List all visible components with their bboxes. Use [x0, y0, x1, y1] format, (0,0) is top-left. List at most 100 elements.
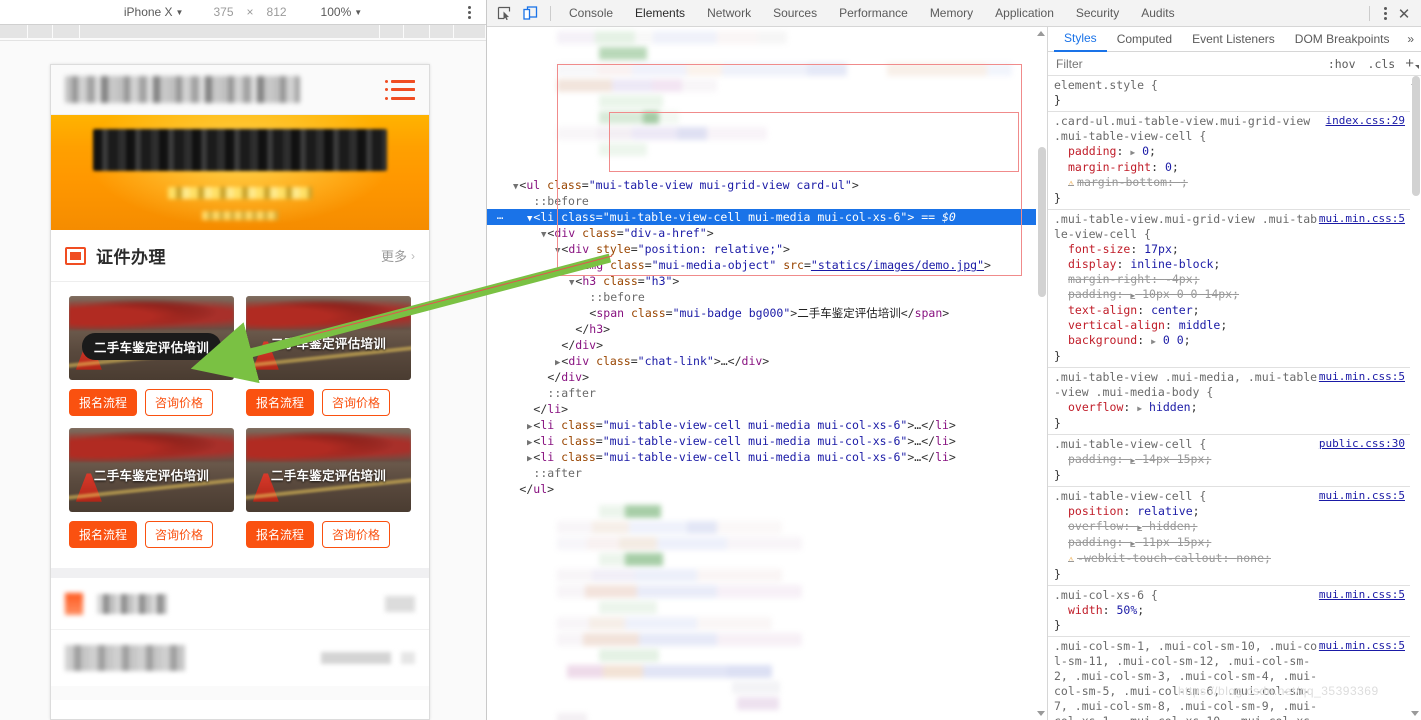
expand-triangle-icon[interactable]: ▶ — [1151, 337, 1156, 346]
style-declaration[interactable]: ⚠ margin-bottom: ; — [1048, 175, 1410, 191]
card-image[interactable]: 二手车鉴定评估培训 — [69, 428, 234, 512]
dom-node[interactable]: ::after — [487, 465, 1047, 481]
toggle-device-toolbar-icon[interactable] — [517, 2, 543, 25]
style-property[interactable]: overflow — [1068, 400, 1123, 414]
style-value[interactable]: -4px — [1165, 272, 1193, 286]
expand-triangle-icon[interactable]: ▶ — [1137, 404, 1142, 413]
dom-node[interactable]: </ul> — [487, 481, 1047, 497]
dom-node[interactable]: ::after — [487, 385, 1047, 401]
devtools-tab-security[interactable]: Security — [1065, 0, 1130, 26]
inspect-element-icon[interactable] — [491, 2, 517, 25]
dom-node[interactable]: ▼<div style="position: relative;"> — [487, 241, 1047, 257]
style-property[interactable]: vertical-align — [1068, 318, 1165, 332]
scroll-thumb[interactable] — [1412, 76, 1420, 196]
devtools-tab-performance[interactable]: Performance — [828, 0, 919, 26]
expand-triangle-icon[interactable]: ▶ — [1130, 291, 1135, 300]
dom-tree-pane[interactable]: ▼<ul class="mui-table-view mui-grid-view… — [487, 27, 1048, 720]
scroll-thumb[interactable] — [1038, 147, 1046, 297]
devtools-tab-sources[interactable]: Sources — [762, 0, 828, 26]
device-selector[interactable]: iPhone X ▼ — [120, 5, 188, 19]
style-rule[interactable]: element.style {} — [1048, 76, 1410, 112]
style-property[interactable]: overflow — [1068, 519, 1123, 533]
style-declaration[interactable]: margin-right: -4px; — [1048, 272, 1410, 287]
force-state-button[interactable]: :hov — [1322, 57, 1362, 71]
style-property[interactable]: padding — [1068, 535, 1116, 549]
style-value[interactable]: 11px 15px — [1142, 535, 1204, 549]
devtools-tab-application[interactable]: Application — [984, 0, 1065, 26]
style-rule[interactable]: mui.min.css:5 .mui-table-view-cell {posit… — [1048, 487, 1410, 586]
dom-node[interactable]: ▶<li class="mui-table-view-cell mui-medi… — [487, 433, 1047, 449]
style-property[interactable]: padding — [1068, 144, 1116, 158]
style-value[interactable]: hidden — [1149, 400, 1191, 414]
styles-filter-input[interactable] — [1048, 52, 1322, 75]
style-declaration[interactable]: position: relative; — [1048, 504, 1410, 519]
card-image[interactable]: 二手车鉴定评估培训 — [69, 296, 234, 380]
devtools-tab-audits[interactable]: Audits — [1130, 0, 1185, 26]
style-value[interactable]: 0 — [1165, 160, 1172, 174]
collapse-triangle-icon[interactable]: ▼ — [569, 278, 574, 288]
style-rule[interactable]: index.css:29 .card-ul.mui-table-view.mui-… — [1048, 112, 1410, 210]
price-inquiry-button[interactable]: 咨询价格 — [145, 389, 214, 416]
dom-node[interactable]: <img class="mui-media-object" src="stati… — [487, 257, 1047, 273]
viewport-height-input[interactable]: 812 — [263, 5, 291, 19]
devtools-more-options-icon[interactable] — [1377, 3, 1393, 25]
style-declaration[interactable]: width: 50%; — [1048, 603, 1410, 618]
style-declaration[interactable]: margin-right: 0; — [1048, 160, 1410, 175]
card-item[interactable]: 二手车鉴定评估培训报名流程 咨询价格 — [63, 292, 240, 424]
style-value[interactable]: 0 — [1142, 144, 1149, 158]
style-value[interactable]: inline-block — [1130, 257, 1213, 271]
collapse-triangle-icon[interactable]: ▼ — [527, 214, 532, 224]
styles-tab-styles[interactable]: Styles — [1054, 27, 1107, 52]
dom-node[interactable]: </div> — [487, 369, 1047, 385]
dom-node[interactable]: ▼<h3 class="h3"> — [487, 273, 1047, 289]
style-selector[interactable]: element.style { — [1048, 78, 1410, 93]
expand-triangle-icon[interactable]: ▶ — [555, 358, 560, 368]
style-property[interactable]: -webkit-touch-callout — [1077, 551, 1222, 565]
dom-node[interactable]: ▶<div class="chat-link">…</div> — [487, 353, 1047, 369]
style-value[interactable]: none — [1236, 551, 1264, 565]
signup-process-button[interactable]: 报名流程 — [246, 389, 315, 416]
zoom-selector[interactable]: 100% ▼ — [317, 5, 367, 19]
style-rule[interactable]: mui.min.css:5 .mui-table-view .mui-media,… — [1048, 368, 1410, 435]
list-item[interactable] — [51, 630, 429, 686]
dom-node[interactable]: ▼<ul class="mui-table-view mui-grid-view… — [487, 177, 1047, 193]
devtools-tab-memory[interactable]: Memory — [919, 0, 984, 26]
styles-tab-dom-breakpoints[interactable]: DOM Breakpoints — [1285, 27, 1400, 51]
expand-triangle-icon[interactable]: ▶ — [527, 454, 532, 464]
style-declaration[interactable]: text-align: center; — [1048, 303, 1410, 318]
style-source-link[interactable]: public.css:30 — [1319, 437, 1405, 450]
price-inquiry-button[interactable]: 咨询价格 — [322, 389, 391, 416]
expand-triangle-icon[interactable]: ▶ — [1130, 148, 1135, 157]
scroll-down-icon[interactable] — [1411, 711, 1419, 716]
card-item[interactable]: 二手车鉴定评估培训 报名流程 咨询价格 — [240, 292, 417, 424]
dom-node[interactable]: </li> — [487, 401, 1047, 417]
devtools-tab-network[interactable]: Network — [696, 0, 762, 26]
style-declaration[interactable]: background: ▶ 0 0; — [1048, 333, 1410, 349]
style-property[interactable]: text-align — [1068, 303, 1137, 317]
style-value[interactable]: 50% — [1116, 603, 1137, 617]
dom-node[interactable]: <span class="mui-badge bg000">二手车鉴定评估培训<… — [487, 305, 1047, 321]
style-rule[interactable]: mui.min.css:5 .mui-col-xs-6 {width: 50%;} — [1048, 586, 1410, 637]
style-declaration[interactable]: ⚠ -webkit-touch-callout: none; — [1048, 551, 1410, 567]
style-source-link[interactable]: mui.min.css:5 — [1319, 370, 1405, 383]
style-declaration[interactable]: font-size: 17px; — [1048, 242, 1410, 257]
style-property[interactable]: display — [1068, 257, 1116, 271]
style-value[interactable]: 0 0 — [1163, 333, 1184, 347]
close-icon[interactable]: ✕ — [1393, 3, 1415, 25]
dom-node[interactable]: ::before — [487, 193, 1047, 209]
card-image[interactable]: 二手车鉴定评估培训 — [246, 428, 411, 512]
style-property[interactable]: padding — [1068, 452, 1116, 466]
card-item[interactable]: 二手车鉴定评估培训 报名流程 咨询价格 — [63, 424, 240, 556]
dom-node[interactable]: ▶<li class="mui-table-view-cell mui-medi… — [487, 417, 1047, 433]
style-property[interactable]: background — [1068, 333, 1137, 347]
dom-node[interactable]: ::before — [487, 289, 1047, 305]
style-property[interactable]: margin-bottom — [1077, 175, 1167, 189]
style-declaration[interactable]: padding: ▶ 11px 15px; — [1048, 535, 1410, 551]
dom-node-selected[interactable]: ▼<li class="mui-table-view-cell mui-medi… — [487, 209, 1047, 225]
style-property[interactable]: font-size — [1068, 242, 1130, 256]
style-declaration[interactable]: display: inline-block; — [1048, 257, 1410, 272]
style-declaration[interactable]: padding: ▶ 10px 0 0 14px; — [1048, 287, 1410, 303]
signup-process-button[interactable]: 报名流程 — [69, 389, 138, 416]
phone-viewport[interactable]: 证件办理 更多 › 二手车鉴定评估培训 报名流程 咨询价格 二手车鉴定评估培训 报名流程… — [50, 64, 430, 720]
collapse-triangle-icon[interactable]: ▼ — [555, 246, 560, 256]
